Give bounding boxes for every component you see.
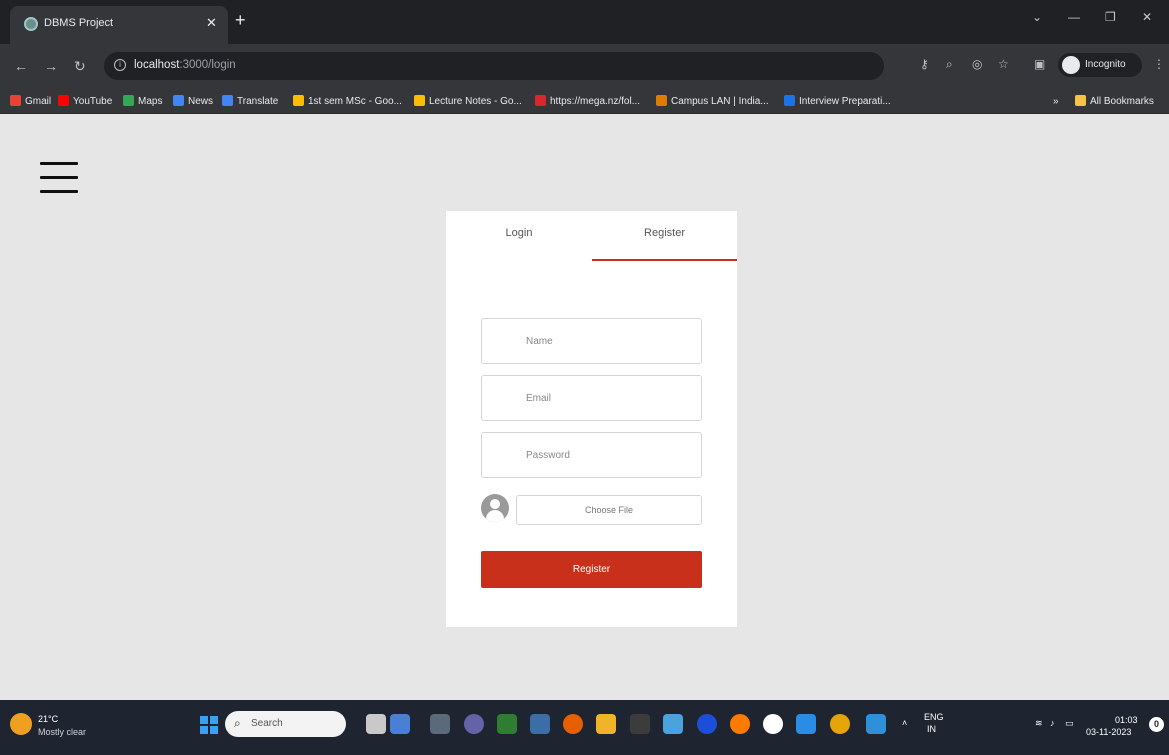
bookmark-campus-lan[interactable]: Campus LAN | India... xyxy=(656,95,769,109)
wifi-icon[interactable]: ≋ xyxy=(1035,718,1043,729)
task-view-icon[interactable] xyxy=(430,714,450,734)
app-icon[interactable] xyxy=(866,714,886,734)
tray-chevron-up-icon[interactable]: ˄ xyxy=(902,718,907,729)
bookmark-gmail[interactable]: Gmail xyxy=(10,95,51,109)
restore-button[interactable]: ❐ xyxy=(1105,10,1116,24)
tab-search-chevron-icon[interactable]: ⌄ xyxy=(1032,10,1042,24)
vscode-icon[interactable] xyxy=(796,714,816,734)
bookmark-lecture-notes[interactable]: Lecture Notes - Go... xyxy=(414,95,522,109)
page-content: Login Register Choose File Register xyxy=(0,115,1169,700)
bookmark-translate[interactable]: Translate xyxy=(222,95,278,109)
incognito-badge[interactable]: Incognito xyxy=(1058,53,1142,77)
tab-close-icon[interactable]: ✕ xyxy=(206,15,217,31)
language-indicator[interactable]: ENG xyxy=(924,712,944,723)
avatar-placeholder-icon xyxy=(481,494,509,522)
tab-favicon-icon xyxy=(24,17,38,31)
browser-tab[interactable]: DBMS Project ✕ xyxy=(10,6,228,44)
chrome-icon[interactable] xyxy=(830,714,850,734)
side-panel-icon[interactable]: ▣ xyxy=(1034,57,1045,71)
app-icon[interactable] xyxy=(730,714,750,734)
bookmark-interview-prep[interactable]: Interview Preparati... xyxy=(784,95,891,109)
bookmark-star-icon[interactable]: ☆ xyxy=(998,57,1009,71)
bookmarks-bar: Gmail YouTube Maps News Translate 1st se… xyxy=(0,90,1169,114)
weather-temperature: 21°C xyxy=(38,714,59,724)
name-input[interactable] xyxy=(481,318,702,364)
password-input[interactable] xyxy=(481,432,702,478)
menu-kebab-icon[interactable]: ⋮ xyxy=(1153,57,1165,71)
tab-login[interactable]: Login xyxy=(446,211,592,261)
opera-icon[interactable] xyxy=(763,714,783,734)
zoom-app-icon[interactable] xyxy=(697,714,717,734)
region-indicator: IN xyxy=(927,724,936,734)
hamburger-menu-icon[interactable] xyxy=(40,160,78,196)
campus-icon xyxy=(656,95,667,106)
maps-icon xyxy=(123,95,134,106)
bookmarks-overflow-icon[interactable]: » xyxy=(1053,95,1059,109)
eye-slash-icon[interactable]: ◎ xyxy=(972,57,982,71)
tab-title: DBMS Project xyxy=(44,17,114,29)
bookmark-mega[interactable]: https://mega.nz/fol... xyxy=(535,95,640,109)
gmail-icon xyxy=(10,95,21,106)
bookmark-1st-sem[interactable]: 1st sem MSc - Goo... xyxy=(293,95,402,109)
drive-icon xyxy=(293,95,304,106)
bookmark-news[interactable]: News xyxy=(173,95,213,109)
news-icon xyxy=(173,95,184,106)
youtube-icon xyxy=(58,95,69,106)
minimize-button[interactable]: — xyxy=(1068,10,1080,24)
forward-button[interactable]: → xyxy=(44,58,58,74)
zoom-icon[interactable]: ⌕ xyxy=(946,57,953,71)
all-bookmarks[interactable]: All Bookmarks xyxy=(1075,95,1154,109)
register-button[interactable]: Register xyxy=(481,551,702,588)
file-explorer-icon[interactable] xyxy=(596,714,616,734)
terminal-icon[interactable] xyxy=(630,714,650,734)
photos-app-icon[interactable] xyxy=(390,714,410,734)
folder-icon xyxy=(1075,95,1086,106)
teams-icon[interactable] xyxy=(464,714,484,734)
excel-like-app-icon[interactable] xyxy=(497,714,517,734)
start-button-windows-icon[interactable] xyxy=(200,716,218,734)
battery-icon[interactable]: ▭ xyxy=(1065,718,1074,729)
choose-file-button[interactable]: Choose File xyxy=(516,495,702,525)
address-bar[interactable]: i localhost:3000/login xyxy=(104,52,884,80)
search-icon: ⌕ xyxy=(234,716,241,730)
email-input[interactable] xyxy=(481,375,702,421)
site-info-icon[interactable]: i xyxy=(114,59,126,71)
volume-icon[interactable]: ♪ xyxy=(1050,718,1055,729)
close-window-button[interactable]: ✕ xyxy=(1142,10,1152,24)
url-text: localhost:3000/login xyxy=(134,59,236,71)
taskbar-search[interactable]: ⌕ Search xyxy=(225,711,346,737)
tab-bar: DBMS Project ✕ + ⌄ — ❐ ✕ xyxy=(0,0,1169,44)
new-tab-button[interactable]: + xyxy=(235,11,246,29)
drive-icon xyxy=(414,95,425,106)
bookmark-maps[interactable]: Maps xyxy=(123,95,162,109)
back-button[interactable]: ← xyxy=(14,58,28,74)
weather-icon[interactable] xyxy=(10,713,32,735)
notification-badge[interactable]: 0 xyxy=(1149,717,1164,732)
reload-button[interactable]: ↻ xyxy=(74,58,86,74)
mega-icon xyxy=(535,95,546,106)
widgets-icon[interactable] xyxy=(366,714,386,734)
interview-icon xyxy=(784,95,795,106)
bookmark-youtube[interactable]: YouTube xyxy=(58,95,112,109)
taskbar: 21°C Mostly clear ⌕ Search ˄ ENG IN ≋ ♪ … xyxy=(0,700,1169,755)
translate-icon xyxy=(222,95,233,106)
firefox-icon[interactable] xyxy=(563,714,583,734)
auth-card: Login Register Choose File Register xyxy=(446,211,737,627)
browser-toolbar: ← → ↻ i localhost:3000/login ⚷ ⌕ ◎ ☆ ▣ I… xyxy=(0,44,1169,90)
clock-date[interactable]: 03-11-2023 xyxy=(1086,727,1131,737)
key-icon[interactable]: ⚷ xyxy=(920,57,929,71)
app-icon[interactable] xyxy=(663,714,683,734)
incognito-icon xyxy=(1062,56,1080,74)
tab-register[interactable]: Register xyxy=(592,211,737,261)
clock-time[interactable]: 01:03 xyxy=(1115,715,1138,725)
weather-description: Mostly clear xyxy=(38,727,87,737)
app-icon[interactable] xyxy=(530,714,550,734)
